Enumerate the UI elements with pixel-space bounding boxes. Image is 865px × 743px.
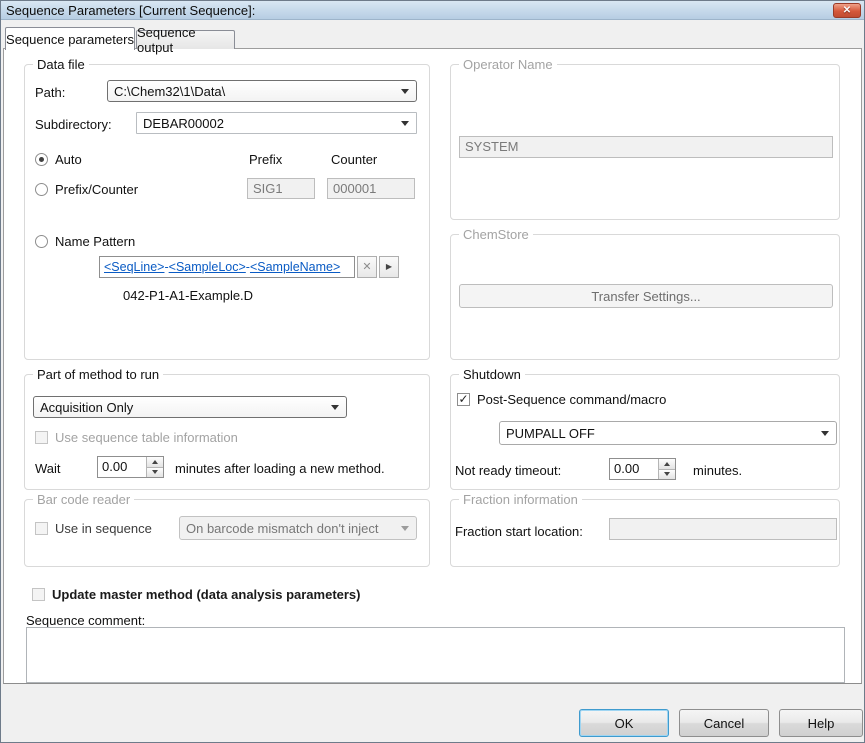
spinner-down-icon	[152, 470, 158, 474]
fraction-start-label: Fraction start location:	[455, 524, 583, 539]
prefix-counter-label: Prefix/Counter	[55, 182, 138, 197]
subdirectory-value: DEBAR00002	[143, 116, 224, 131]
tab-label: Sequence output	[137, 25, 234, 55]
spinner-down-button[interactable]	[659, 469, 675, 480]
auto-radio[interactable]	[35, 153, 48, 166]
cancel-button[interactable]: Cancel	[679, 709, 769, 737]
ok-button[interactable]: OK	[579, 709, 669, 737]
operator-name-field: SYSTEM	[459, 136, 833, 158]
post-sequence-command-combobox[interactable]: PUMPALL OFF	[499, 421, 837, 445]
shutdown-group: Shutdown ✓ Post-Sequence command/macro P…	[450, 374, 840, 490]
shutdown-group-title: Shutdown	[459, 367, 525, 382]
method-part-group-title: Part of method to run	[33, 367, 163, 382]
prefix-header: Prefix	[249, 152, 282, 167]
spinner-down-button[interactable]	[147, 467, 163, 478]
counter-field: 000001	[327, 178, 415, 199]
name-pattern-field[interactable]: <SeqLine> - <SampleLoc> - <SampleName>	[99, 256, 355, 278]
wait-value[interactable]: 0.00	[98, 457, 146, 477]
not-ready-timeout-value[interactable]: 0.00	[610, 459, 658, 479]
path-label: Path:	[35, 85, 65, 100]
tab-page: Data file Path: C:\Chem32\1\Data\ Subdir…	[3, 48, 862, 684]
spinner-up-icon	[664, 462, 670, 466]
post-sequence-checkbox[interactable]: ✓	[457, 393, 470, 406]
use-sequence-table-label: Use sequence table information	[55, 430, 238, 445]
use-in-sequence-checkbox	[35, 522, 48, 535]
wait-suffix-label: minutes after loading a new method.	[175, 461, 385, 476]
post-sequence-label: Post-Sequence command/macro	[477, 392, 666, 407]
chemstore-group: ChemStore Transfer Settings...	[450, 234, 840, 360]
barcode-group: Bar code reader Use in sequence On barco…	[24, 499, 430, 567]
counter-header: Counter	[331, 152, 377, 167]
chevron-down-icon	[401, 526, 409, 531]
chevron-down-icon	[401, 121, 409, 126]
path-combobox[interactable]: C:\Chem32\1\Data\	[107, 80, 417, 102]
update-master-method-checkbox[interactable]	[32, 588, 45, 601]
tab-sequence-parameters[interactable]: Sequence parameters	[5, 27, 135, 50]
tab-label: Sequence parameters	[6, 32, 134, 47]
use-sequence-table-checkbox	[35, 431, 48, 444]
update-master-method-label: Update master method (data analysis para…	[52, 587, 361, 602]
name-pattern-radio[interactable]	[35, 235, 48, 248]
method-part-group: Part of method to run Acquisition Only U…	[24, 374, 430, 490]
prefix-counter-radio[interactable]	[35, 183, 48, 196]
window-title: Sequence Parameters [Current Sequence]:	[1, 3, 255, 18]
post-sequence-command-value: PUMPALL OFF	[506, 426, 595, 441]
pattern-token-sampleloc[interactable]: <SampleLoc>	[169, 260, 246, 274]
title-bar: Sequence Parameters [Current Sequence]: …	[1, 1, 864, 20]
data-file-group-title: Data file	[33, 57, 89, 72]
barcode-mismatch-value: On barcode mismatch don't inject	[186, 521, 379, 536]
chevron-down-icon	[401, 89, 409, 94]
data-file-group: Data file Path: C:\Chem32\1\Data\ Subdir…	[24, 64, 430, 360]
spinner-down-icon	[664, 472, 670, 476]
spinner-buttons	[658, 459, 675, 479]
auto-label: Auto	[55, 152, 82, 167]
not-ready-timeout-spinner[interactable]: 0.00	[609, 458, 676, 480]
sequence-comment-input[interactable]	[26, 627, 845, 683]
chevron-down-icon	[821, 431, 829, 436]
subdirectory-label: Subdirectory:	[35, 117, 112, 132]
arrow-right-icon: ▶	[386, 263, 392, 271]
name-pattern-widget: <SeqLine> - <SampleLoc> - <SampleName> ✕…	[99, 256, 399, 278]
not-ready-timeout-label: Not ready timeout:	[455, 463, 561, 478]
close-button[interactable]: ✕	[833, 3, 861, 18]
pattern-clear-button[interactable]: ✕	[357, 256, 377, 278]
name-pattern-label: Name Pattern	[55, 234, 135, 249]
operator-name-group: Operator Name SYSTEM	[450, 64, 840, 220]
operator-name-group-title: Operator Name	[459, 57, 557, 72]
close-icon: ✕	[362, 262, 371, 273]
pattern-token-seqline[interactable]: <SeqLine>	[104, 260, 164, 274]
wait-label: Wait	[35, 461, 61, 476]
pattern-next-button[interactable]: ▶	[379, 256, 399, 278]
prefix-field: SIG1	[247, 178, 315, 199]
fraction-group-title: Fraction information	[459, 492, 582, 507]
barcode-group-title: Bar code reader	[33, 492, 134, 507]
close-icon: ✕	[843, 5, 851, 16]
spinner-up-button[interactable]	[147, 457, 163, 467]
subdirectory-combobox[interactable]: DEBAR00002	[136, 112, 417, 134]
chemstore-group-title: ChemStore	[459, 227, 533, 242]
timeout-suffix-label: minutes.	[693, 463, 742, 478]
pattern-token-samplename[interactable]: <SampleName>	[250, 260, 340, 274]
tab-sequence-output[interactable]: Sequence output	[136, 30, 235, 49]
fraction-group: Fraction information Fraction start loca…	[450, 499, 840, 567]
tab-strip: Sequence parameters Sequence output	[1, 20, 864, 48]
path-value: C:\Chem32\1\Data\	[114, 84, 225, 99]
use-in-sequence-label: Use in sequence	[55, 521, 152, 536]
barcode-mismatch-combobox: On barcode mismatch don't inject	[179, 516, 417, 540]
help-button[interactable]: Help	[779, 709, 863, 737]
transfer-settings-button: Transfer Settings...	[459, 284, 833, 308]
fraction-start-field	[609, 518, 837, 540]
method-part-value: Acquisition Only	[40, 400, 133, 415]
spinner-buttons	[146, 457, 163, 477]
spinner-up-icon	[152, 460, 158, 464]
sequence-comment-label: Sequence comment:	[26, 613, 145, 628]
wait-spinner[interactable]: 0.00	[97, 456, 164, 478]
sequence-parameters-dialog: Sequence Parameters [Current Sequence]: …	[0, 0, 865, 743]
spinner-up-button[interactable]	[659, 459, 675, 469]
pattern-example: 042-P1-A1-Example.D	[123, 288, 253, 303]
check-icon: ✓	[458, 392, 468, 406]
method-part-combobox[interactable]: Acquisition Only	[33, 396, 347, 418]
chevron-down-icon	[331, 405, 339, 410]
